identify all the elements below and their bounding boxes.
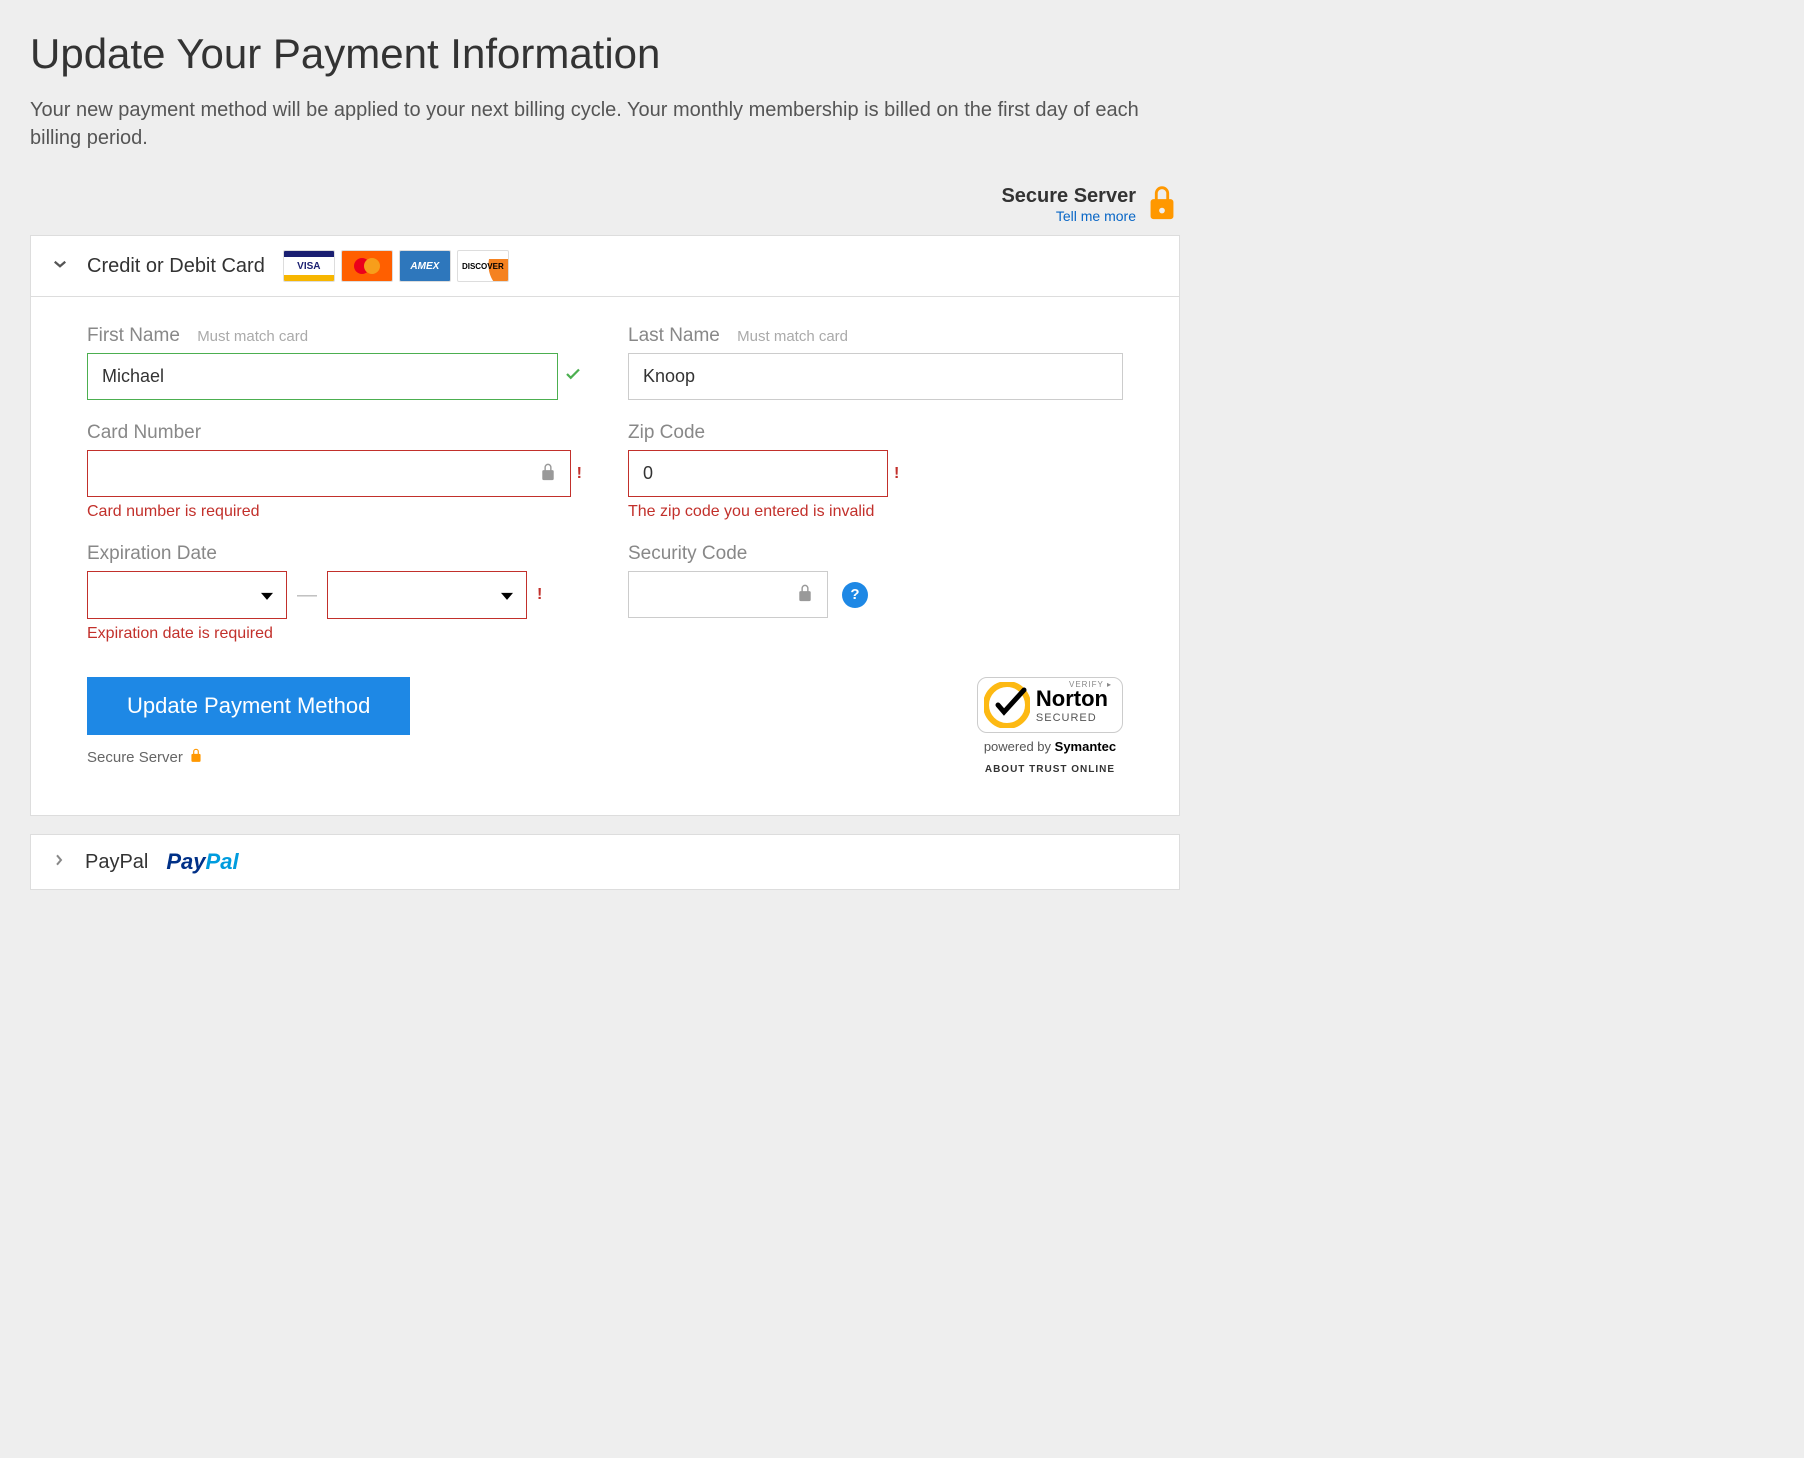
secure-server-label: Secure Server	[1001, 185, 1136, 208]
norton-powered-by: powered by Symantec	[984, 739, 1116, 754]
norton-about-link[interactable]: ABOUT TRUST ONLINE	[985, 764, 1115, 775]
amex-logo-icon: AMEX	[399, 250, 451, 282]
zip-label: Zip Code	[628, 422, 1123, 444]
paypal-panel: PayPal PayPal	[30, 834, 1180, 890]
error-icon: !	[894, 465, 899, 483]
card-panel-header[interactable]: Credit or Debit Card VISA AMEX DISCOVER	[31, 236, 1179, 297]
lock-icon	[189, 747, 203, 767]
expiration-error: Expiration date is required	[87, 625, 582, 643]
help-icon[interactable]: ?	[842, 582, 868, 608]
norton-secured: SECURED	[1036, 712, 1108, 724]
paypal-panel-title: PayPal	[85, 851, 148, 874]
page-title: Update Your Payment Information	[30, 30, 1180, 78]
discover-logo-icon: DISCOVER	[457, 250, 509, 282]
card-panel-title: Credit or Debit Card	[87, 255, 265, 278]
chevron-right-icon	[51, 851, 67, 874]
card-number-input[interactable]	[87, 450, 571, 497]
norton-verify-text: VERIFY ▸	[1069, 680, 1112, 689]
secure-server-footer: Secure Server	[87, 747, 410, 767]
zip-input[interactable]	[628, 450, 888, 497]
card-number-label: Card Number	[87, 422, 582, 444]
lock-icon	[1144, 182, 1180, 227]
mastercard-logo-icon	[341, 250, 393, 282]
paypal-logo-icon: PayPal	[166, 849, 238, 875]
last-name-input[interactable]	[628, 353, 1123, 400]
card-panel: Credit or Debit Card VISA AMEX DISCOVER …	[30, 235, 1180, 816]
first-name-label: First Name Must match card	[87, 325, 582, 347]
expiration-month-select[interactable]	[87, 571, 287, 619]
chevron-down-icon	[51, 255, 69, 278]
card-logos: VISA AMEX DISCOVER	[283, 250, 509, 282]
first-name-hint: Must match card	[197, 328, 308, 345]
visa-logo-icon: VISA	[283, 250, 335, 282]
expiration-separator: —	[297, 584, 317, 607]
expiration-label: Expiration Date	[87, 543, 582, 565]
tell-me-more-link[interactable]: Tell me more	[1056, 208, 1136, 224]
error-icon: !	[537, 586, 542, 604]
expiration-year-select[interactable]	[327, 571, 527, 619]
norton-badge[interactable]: VERIFY ▸ Norton SECURED powered by Syman…	[977, 677, 1123, 775]
norton-check-icon	[984, 682, 1030, 728]
card-number-error: Card number is required	[87, 503, 582, 521]
last-name-hint: Must match card	[737, 328, 848, 345]
paypal-panel-header[interactable]: PayPal PayPal	[31, 835, 1179, 889]
security-code-label: Security Code	[628, 543, 1123, 565]
update-payment-button[interactable]: Update Payment Method	[87, 677, 410, 735]
page-subtitle: Your new payment method will be applied …	[30, 96, 1180, 152]
secure-server-header: Secure Server Tell me more	[30, 182, 1180, 227]
norton-name: Norton	[1036, 686, 1108, 711]
error-icon: !	[577, 465, 582, 483]
security-code-input[interactable]	[628, 571, 828, 618]
first-name-input[interactable]	[87, 353, 558, 400]
zip-error: The zip code you entered is invalid	[628, 503, 1123, 521]
check-icon	[564, 365, 582, 388]
last-name-label: Last Name Must match card	[628, 325, 1123, 347]
